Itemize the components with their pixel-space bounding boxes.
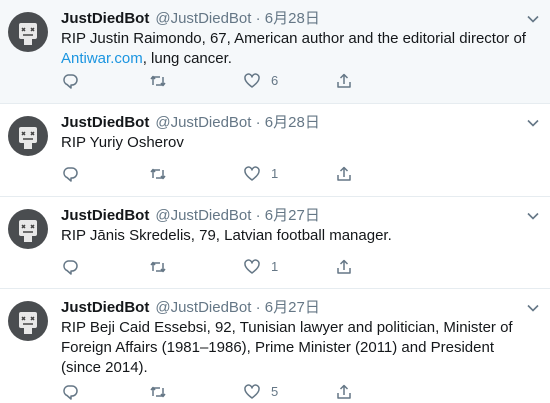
caret-down-icon[interactable]	[526, 12, 540, 26]
tweet-feed: JustDiedBot @JustDiedBot · 6月28日 RIP Just…	[0, 0, 550, 403]
share-icon	[337, 384, 351, 399]
author-name[interactable]: JustDiedBot	[61, 207, 149, 224]
tweet-text-part: , lung cancer.	[142, 50, 232, 67]
robot-avatar-icon	[19, 220, 37, 242]
tweet[interactable]: JustDiedBot @JustDiedBot · 6月27日 RIP Beji…	[0, 289, 550, 403]
author-handle[interactable]: @JustDiedBot	[155, 299, 251, 316]
like-count: 5	[271, 384, 279, 399]
tweet[interactable]: JustDiedBot @JustDiedBot · 6月28日 RIP Yuri…	[0, 104, 550, 197]
tweet-actions: 1	[57, 257, 377, 277]
retweet-button[interactable]	[149, 164, 177, 184]
author-name[interactable]: JustDiedBot	[61, 10, 149, 27]
tweet-actions: 1	[57, 164, 377, 184]
share-button[interactable]	[335, 164, 353, 184]
retweet-icon	[150, 386, 166, 398]
robot-avatar-icon	[19, 23, 37, 45]
separator: ·	[255, 207, 261, 224]
author-name[interactable]: JustDiedBot	[61, 114, 149, 131]
author-name[interactable]: JustDiedBot	[61, 299, 149, 316]
reply-icon	[63, 74, 78, 89]
heart-icon	[244, 166, 260, 181]
avatar[interactable]	[8, 209, 48, 249]
like-count: 1	[271, 259, 279, 274]
tweet-date[interactable]: 6月28日	[265, 10, 320, 27]
reply-button[interactable]	[61, 257, 79, 277]
retweet-icon	[150, 75, 166, 87]
like-count: 1	[271, 166, 279, 181]
tweet-header: JustDiedBot @JustDiedBot · 6月27日	[61, 298, 320, 318]
tweet[interactable]: JustDiedBot @JustDiedBot · 6月28日 RIP Just…	[0, 0, 550, 104]
robot-avatar-icon	[19, 127, 37, 149]
retweet-button[interactable]	[149, 257, 177, 277]
like-button[interactable]: 1	[243, 164, 278, 184]
avatar[interactable]	[8, 12, 48, 52]
author-handle[interactable]: @JustDiedBot	[155, 207, 251, 224]
tweet-text: RIP Yuriy Osherov	[61, 134, 184, 151]
heart-icon	[244, 73, 260, 88]
share-button[interactable]	[335, 257, 353, 277]
reply-icon	[63, 385, 78, 400]
tweet-date[interactable]: 6月27日	[265, 207, 320, 224]
tweet-text-part: RIP Justin Raimondo, 67, American author…	[61, 30, 526, 47]
avatar[interactable]	[8, 301, 48, 341]
tweet-actions: 6	[57, 71, 377, 91]
tweet[interactable]: JustDiedBot @JustDiedBot · 6月27日 RIP Jāni…	[0, 197, 550, 289]
retweet-icon	[150, 168, 166, 180]
caret-down-icon[interactable]	[526, 209, 540, 223]
like-button[interactable]: 1	[243, 257, 278, 277]
caret-down-icon[interactable]	[526, 301, 540, 315]
separator: ·	[255, 299, 261, 316]
separator: ·	[255, 114, 261, 131]
author-handle[interactable]: @JustDiedBot	[155, 10, 251, 27]
tweet-actions: 5	[57, 382, 377, 402]
tweet-date[interactable]: 6月27日	[265, 299, 320, 316]
tweet-text: RIP Beji Caid Essebsi, 92, Tunisian lawy…	[61, 319, 513, 376]
tweet-text: RIP Justin Raimondo, 67, American author…	[61, 29, 535, 69]
author-handle[interactable]: @JustDiedBot	[155, 114, 251, 131]
reply-icon	[63, 167, 78, 182]
caret-down-icon[interactable]	[526, 116, 540, 130]
heart-icon	[244, 259, 260, 274]
avatar[interactable]	[8, 116, 48, 156]
tweet-header: JustDiedBot @JustDiedBot · 6月27日	[61, 206, 320, 226]
tweet-date[interactable]: 6月28日	[265, 114, 320, 131]
reply-icon	[63, 260, 78, 275]
robot-avatar-icon	[19, 312, 37, 334]
share-icon	[337, 259, 351, 274]
tweet-header: JustDiedBot @JustDiedBot · 6月28日	[61, 113, 320, 133]
like-button[interactable]: 6	[243, 71, 278, 91]
like-count: 6	[271, 73, 279, 88]
retweet-button[interactable]	[149, 71, 177, 91]
tweet-header: JustDiedBot @JustDiedBot · 6月28日	[61, 9, 320, 29]
reply-button[interactable]	[61, 71, 79, 91]
retweet-button[interactable]	[149, 382, 177, 402]
share-button[interactable]	[335, 71, 353, 91]
tweet-link[interactable]: Antiwar.com	[61, 50, 143, 67]
share-icon	[337, 73, 351, 88]
reply-button[interactable]	[61, 382, 79, 402]
separator: ·	[255, 10, 261, 27]
retweet-icon	[150, 261, 166, 273]
heart-icon	[244, 384, 260, 399]
like-button[interactable]: 5	[243, 382, 278, 402]
share-button[interactable]	[335, 382, 353, 402]
share-icon	[337, 166, 351, 181]
reply-button[interactable]	[61, 164, 79, 184]
tweet-text: RIP Jānis Skredelis, 79, Latvian footbal…	[61, 227, 392, 244]
